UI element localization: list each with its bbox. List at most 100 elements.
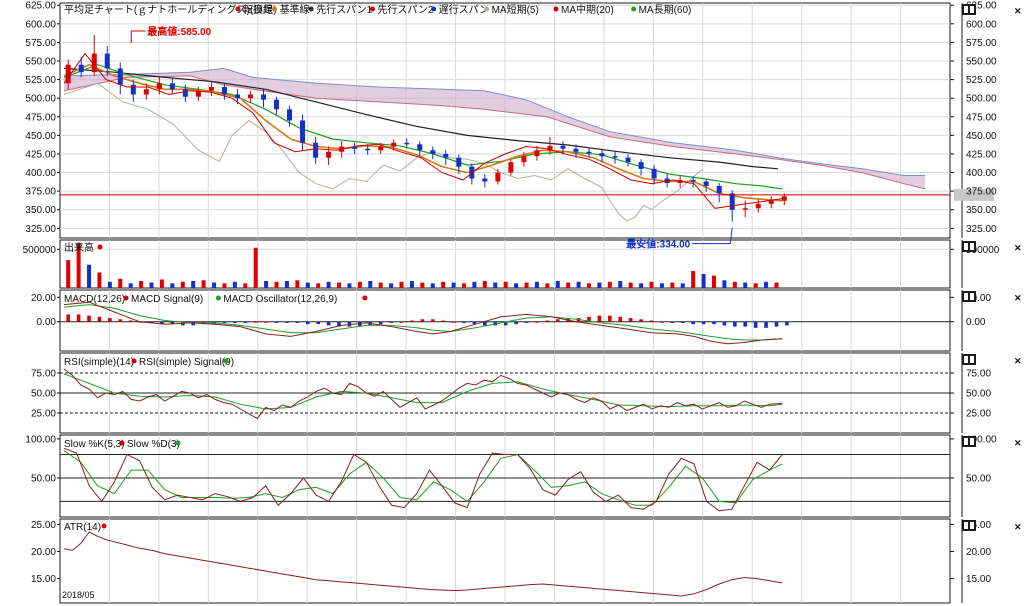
macd-tick-label-left: 20.00 [31, 293, 56, 304]
volume-bar [670, 282, 675, 288]
candle-body [742, 208, 748, 210]
candle-body [716, 185, 722, 194]
macd-osc-bar [274, 321, 279, 323]
candle-body [638, 162, 644, 169]
legend-entry: MA短期(5) [492, 3, 539, 16]
volume-tick-label-left: 500000 [23, 245, 57, 256]
price-tick-label-left: 500.00 [25, 94, 56, 105]
macd-osc-bar [87, 315, 91, 322]
candle-body [482, 178, 488, 182]
volume-bar [149, 282, 154, 288]
price-tick-label-left: 625.00 [25, 1, 56, 12]
candle-body [521, 156, 527, 163]
macd-osc-bar [733, 321, 737, 327]
candle-body [143, 89, 149, 95]
candle-body [768, 200, 774, 204]
macd-osc-bar [222, 321, 227, 323]
macd-osc-bar [753, 321, 758, 328]
volume-bar [711, 275, 716, 288]
rsi-tick-label-right: 75.00 [966, 369, 991, 380]
legend-entry: MA長期(60) [639, 4, 692, 16]
candle-body [560, 145, 566, 149]
volume-bar [357, 281, 362, 288]
macd-osc-bar [545, 320, 550, 322]
volume-close-icon[interactable]: ✕ [1014, 243, 1022, 253]
volume-bar [534, 281, 539, 288]
rsi-tick-label-right: 50.00 [966, 389, 991, 400]
price-tick-label-right: 400.00 [966, 168, 997, 179]
macd-tick-label-left: 0.00 [37, 317, 57, 328]
price-tick-label-right: 575.00 [966, 38, 997, 49]
stoch-title: Slow %K(5,3) [64, 439, 125, 450]
atr-close-icon[interactable]: ✕ [1014, 522, 1022, 532]
volume-bar [774, 282, 779, 288]
price-tick-label-right: 350.00 [966, 205, 997, 216]
macd-settings-icon [970, 293, 974, 300]
volume-bar [576, 281, 581, 288]
volume-bar [399, 281, 404, 288]
macd-close-icon[interactable]: ✕ [1014, 293, 1022, 303]
macd-osc-bar [670, 321, 675, 323]
volume-bar [701, 274, 706, 288]
price-tick-label-left: 525.00 [25, 75, 56, 86]
volume-bar [430, 283, 435, 288]
atr-legend-dot [101, 523, 107, 529]
volume-settings-icon [970, 243, 974, 250]
macd-osc-bar [243, 321, 248, 323]
volume-bar [159, 279, 164, 288]
stoch-tick-label-left: 50.00 [31, 473, 56, 484]
volume-bar [316, 283, 321, 288]
candle-body [261, 94, 266, 100]
volume-bar [451, 282, 456, 288]
volume-bar [618, 281, 623, 288]
price-tick-label-left: 450.00 [25, 131, 56, 142]
legend-dot [553, 6, 559, 12]
candle-body [755, 203, 761, 209]
price-tick-label-left: 550.00 [25, 57, 56, 68]
macd-osc-bar [701, 321, 706, 325]
candle-body [781, 196, 787, 201]
atr-settings-icon [964, 522, 968, 529]
price-tick-label-left: 475.00 [25, 112, 56, 123]
volume-bar [659, 283, 664, 288]
macd-osc-bar [410, 320, 414, 322]
rsi-close-icon[interactable]: ✕ [1014, 356, 1022, 366]
rsi-settings-icon [970, 356, 974, 363]
legend-dot [431, 6, 437, 12]
macd-osc-bar [618, 316, 623, 322]
volume-title: 出来高 [64, 241, 94, 254]
volume-bar [295, 280, 300, 288]
macd-osc-bar [722, 321, 727, 326]
price-close-icon[interactable]: ✕ [1014, 6, 1022, 16]
macd-osc-bar [118, 319, 123, 322]
price-tick-label-left: 375.00 [25, 187, 56, 198]
volume-bar [243, 283, 248, 288]
price-tick-label-right: 525.00 [966, 75, 997, 86]
price-tick-label-left: 575.00 [25, 38, 56, 49]
macd-osc-bar [76, 314, 81, 322]
macd-osc-bar [389, 321, 393, 323]
macd-osc-bar [305, 321, 310, 325]
candle-body [234, 94, 240, 99]
atr-tick-label-left: 15.00 [31, 574, 56, 585]
candle-body [78, 64, 84, 73]
volume-bar [680, 283, 685, 288]
macd-osc-bar [535, 321, 539, 323]
volume-bar [691, 270, 696, 288]
macd-osc-bar [253, 321, 258, 323]
volume-bar [107, 281, 112, 288]
volume-bar [493, 282, 498, 288]
stoch-tick-label-left: 100.00 [25, 434, 56, 445]
volume-bar [347, 283, 352, 288]
volume-bar [191, 281, 196, 288]
stoch-close-icon[interactable]: ✕ [1014, 438, 1022, 448]
volume-bar [472, 281, 477, 288]
macd-osc-bar [743, 321, 748, 327]
macd-osc-bar [97, 316, 102, 322]
stoch-settings-icon [970, 438, 974, 445]
macd-legend-entry: MACD Oscillator(12,26,9) [223, 294, 337, 305]
macd-osc-bar [785, 321, 789, 326]
price-settings-icon [964, 6, 968, 13]
legend-dot [484, 6, 490, 12]
atr-tick-label-left: 20.00 [31, 547, 56, 558]
